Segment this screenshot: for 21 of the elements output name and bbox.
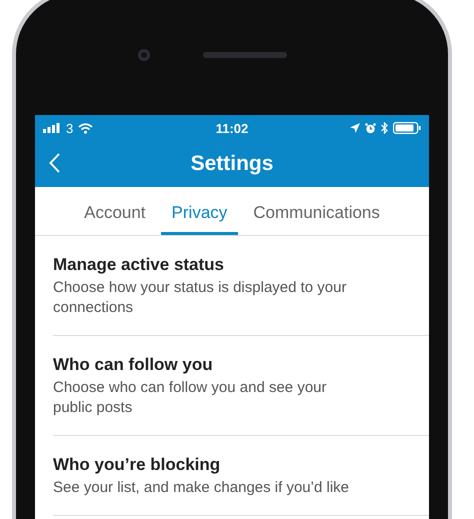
screen-title: Settings <box>190 152 274 176</box>
back-button[interactable] <box>49 153 60 173</box>
setting-title[interactable]: Who you’re blocking <box>53 455 429 475</box>
tab[interactable]: Account <box>73 187 157 235</box>
tab[interactable]: Communications <box>242 187 391 235</box>
camera-icon <box>137 48 151 62</box>
signal-icon <box>43 123 61 133</box>
clock-time: 11:02 <box>216 120 248 136</box>
setting-description: Choose how your status is displayed to your connections <box>53 278 348 318</box>
setting-description: See your list, and make changes if you’d like <box>53 478 350 498</box>
setting-title[interactable]: Who can follow you <box>53 355 429 375</box>
back-chevron-icon <box>49 153 60 173</box>
bluetooth-icon <box>380 122 388 134</box>
alarm-clock-icon <box>364 122 376 134</box>
battery-icon <box>392 122 421 134</box>
carrier-label: 3 <box>66 120 74 136</box>
tab[interactable]: Privacy <box>160 187 238 235</box>
setting-description: Choose who can follow you and see your public posts <box>53 378 328 418</box>
wifi-icon <box>78 122 94 134</box>
setting-title[interactable]: Manage active status <box>53 255 429 275</box>
location-arrow-icon <box>350 123 360 133</box>
